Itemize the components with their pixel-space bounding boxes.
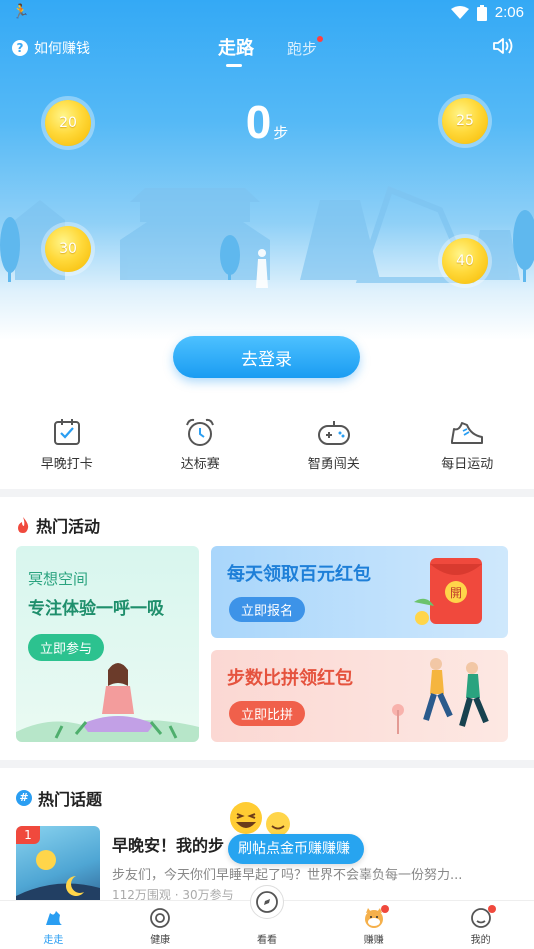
compass-icon [256,891,278,913]
alarm-clock-icon [186,418,215,446]
tab-run[interactable]: 跑步 [287,36,324,59]
topic-stats: 112万围观 · 30万参与 [112,888,234,900]
status-bar: 🏃 2:06 [0,0,534,28]
step-unit: 步 [273,124,289,142]
walk-icon [46,911,63,925]
nav-label: 走走 [43,935,64,946]
gamepad-icon [317,421,350,445]
help-link[interactable]: ? 如何赚钱 [12,38,90,58]
hero-section: 🏃 2:06 ? 如何赚钱 走路 跑步 0步 20 25 30 40 去登录 [0,0,534,405]
feature-daily-exercise[interactable]: 每日运动 [401,405,534,489]
card-title: 专注体验一呼一吸 [28,599,164,619]
meditation-illustration [16,663,199,742]
feature-challenge[interactable]: 达标赛 [134,405,268,489]
battery-icon [476,4,487,21]
coin-bubble[interactable]: 25 [442,98,488,144]
activity-card-red-packet[interactable]: 每天领取百元红包 立即报名 開 [211,546,508,638]
feature-label: 达标赛 [180,457,220,472]
feature-checkin[interactable]: 早晚打卡 [0,405,134,489]
activity-card-step-contest[interactable]: 步数比拼领红包 立即比拼 [211,650,508,742]
notification-dot [488,905,497,913]
nav-walk[interactable]: 走走 [0,901,107,949]
topic-description: 步友们，今天你们早睡早起了吗？世界不会辜负每一份努力... [112,868,463,883]
sneaker-icon [451,422,484,444]
speaker-icon[interactable] [492,36,514,56]
checkin-icon [53,419,80,445]
card-title: 每天领取百元红包 [227,564,371,585]
hashtag-icon: # [16,790,32,806]
card-subtitle: 冥想空间 [28,570,89,588]
nav-label: 我的 [470,935,491,946]
help-label: 如何赚钱 [34,41,90,57]
sun-moon-illustration [16,850,100,900]
feature-label: 每日运动 [441,457,494,472]
nav-health[interactable]: 健康 [107,901,214,949]
coin-bubble[interactable]: 20 [45,100,91,146]
nav-profile[interactable]: 我的 [427,901,534,949]
signup-button[interactable]: 立即报名 [229,597,306,622]
section-title: 热门活动 [16,513,100,537]
card-title: 步数比拼领红包 [227,668,353,689]
feature-label: 智勇闯关 [307,457,360,472]
section-title-text: 热门活动 [36,517,101,536]
promo-bubble[interactable]: 刷帖点金币赚赚赚 [228,834,364,864]
tab-walk[interactable]: 走路 [218,34,254,67]
nav-label: 看看 [256,935,277,946]
topic-thumbnail[interactable]: 1 [16,826,100,900]
login-button[interactable]: 去登录 [173,336,360,378]
top-bar: ? 如何赚钱 走路 跑步 [0,30,534,70]
feature-grid: 早晚打卡 达标赛 智勇闯关 每日运动 [0,405,534,489]
topic-title[interactable]: 早晚安！我的步 [112,832,224,856]
tab-run-label: 跑步 [287,40,318,58]
status-time: 2:06 [494,4,524,21]
step-count: 0 [245,96,272,148]
question-icon: ? [12,40,28,56]
runner-status-icon: 🏃 [12,4,30,20]
nav-label: 健康 [150,935,171,946]
coin-bubble[interactable]: 40 [442,238,488,284]
red-envelope-icon: 開 [414,558,482,625]
nav-label: 赚赚 [363,935,384,946]
nav-earn[interactable]: 赚赚 [320,901,427,949]
feature-label: 早晚打卡 [40,457,93,472]
wifi-icon [450,5,469,19]
notification-dot [381,905,390,913]
coin-bubble[interactable]: 30 [45,226,91,272]
section-title-text: 热门话题 [38,790,103,809]
notification-dot [317,36,324,42]
open-badge: 開 [450,586,462,600]
activity-card-meditation[interactable]: 冥想空间 专注体验一呼一吸 立即参与 [16,546,199,742]
hot-activities-section: 热门活动 冥想空间 专注体验一呼一吸 立即参与 每天领取百元红包 立即报名 開 … [0,497,534,760]
flame-icon [18,517,29,533]
status-icons: 2:06 [450,4,524,21]
compete-button[interactable]: 立即比拼 [229,701,306,726]
runners-illustration [392,658,489,734]
section-title: # 热门话题 [16,786,102,810]
compass-button[interactable] [250,885,284,919]
health-icon [150,908,171,928]
promo-label: 刷帖点金币赚赚赚 [238,841,350,857]
feature-levels[interactable]: 智勇闯关 [267,405,401,489]
